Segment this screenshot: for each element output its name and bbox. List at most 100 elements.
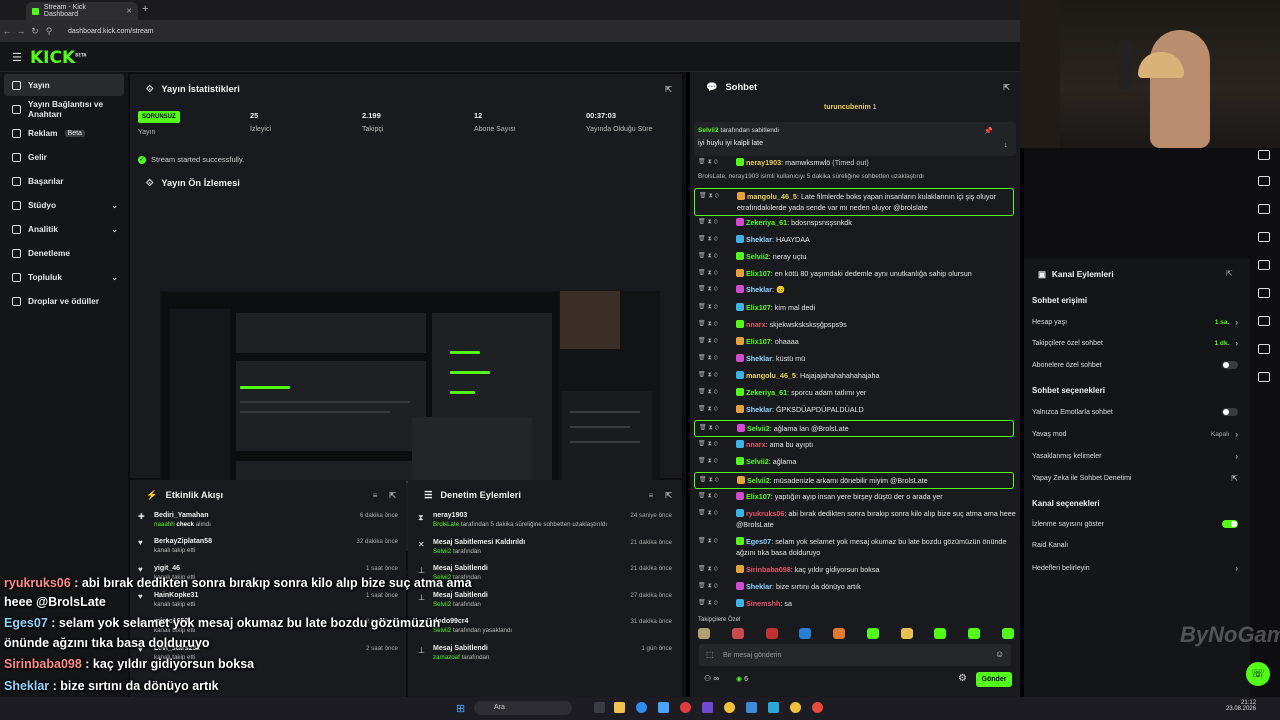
chat-username[interactable]: Selvii2 [747,476,770,485]
external-link-icon[interactable]: ⇱ [1231,474,1238,483]
chat-message[interactable]: 🗑⧗⊘ Sinemshh: sa [698,598,1018,609]
pin-icon[interactable]: 📌 [984,127,993,135]
sidebar-item-9[interactable]: Droplar ve ödüller [4,290,124,312]
mod-tools-icons[interactable]: 🗑⧗⊘ [698,456,736,467]
back-icon[interactable]: ← [0,26,14,36]
chat-username[interactable]: Zekeriya_61 [746,218,787,227]
channel-option-row[interactable]: Raid Kanalı [1032,542,1238,549]
mod-tools-icons[interactable]: 🗑⧗⊘ [698,353,736,364]
channel-option-row[interactable]: Hedefleri belirleyin › [1032,564,1238,573]
popout-icon[interactable]: ⇱ [1003,83,1010,92]
chat-message[interactable]: 🗑⧗⊘ Sheklar: HAAYDAA [698,234,1018,245]
chat-username[interactable]: Elix107 [746,492,771,501]
app-icon[interactable] [746,702,757,713]
rail-tool-icon[interactable] [1258,288,1270,298]
kick-logo[interactable]: KICKBETA [30,48,86,68]
chrome-icon[interactable] [724,702,735,713]
sidebar-item-1[interactable]: Yayın Bağlantısı ve Anahtarı [4,98,124,120]
sidebar-item-2[interactable]: Reklam Beta [4,122,124,144]
chat-message[interactable]: 🗑⧗⊘ nnarx: skjekwsksksksşğpsps9s [698,319,1018,330]
rail-tool-icon[interactable] [1258,344,1270,354]
rail-tool-icon[interactable] [1258,316,1270,326]
chat-username[interactable]: nnarx [746,440,766,449]
chat-message[interactable]: 🗑⧗⊘ Elix107: yaptığın ayıp insan yere bir… [698,491,1018,502]
chat-username[interactable]: Elix107 [746,303,771,312]
channel-option-row[interactable]: Yasaklanmış kelimeler › [1032,452,1238,461]
chat-message[interactable]: 🗑⧗⊘ Selvii2: müsadenizle arkamı dönebilir… [694,472,1014,489]
send-button[interactable]: Gönder [976,672,1012,687]
chat-message[interactable]: 🗑⧗⊘ Selvii2: ağlama [698,456,1018,467]
points-icon[interactable]: ◉ 6 [736,675,748,683]
chat-message[interactable]: 🗑⧗⊘ Sheklar: ĞPKSDÜAPDÜPALDÜALD [698,404,1018,415]
chat-message[interactable]: 🗑⧗⊘ Selvii2: ağlama lan @BrolsLate [694,420,1014,437]
emote-icon[interactable] [968,628,981,639]
emote-icon[interactable] [765,628,778,639]
mod-tools-icons[interactable]: 🗑⧗⊘ [698,302,736,313]
sidebar-item-3[interactable]: Gelir [4,146,124,168]
chat-username[interactable]: ryukruks06 [746,509,784,518]
mod-tools-icons[interactable]: 🗑⧗⊘ [698,508,736,519]
emote-icon[interactable] [799,628,812,639]
chat-settings-icon[interactable]: ⚙ [958,673,967,684]
rail-tool-icon[interactable] [1258,372,1270,382]
mod-tools-icons[interactable]: 🗑⧗⊘ [698,370,736,381]
forward-icon[interactable]: → [14,26,28,36]
chat-username[interactable]: Eges07 [746,537,771,546]
top-gifter[interactable]: turuncubenim 1 [824,104,877,111]
sidebar-item-6[interactable]: Analitik ⌄ [4,218,124,240]
sidebar-item-7[interactable]: Denetleme [4,242,124,264]
emote-icon[interactable] [866,628,879,639]
emote-icon[interactable] [833,628,846,639]
chat-message[interactable]: 🗑⧗⊘ Elix107: en kötü 80 yaşımdaki dedemle… [698,268,1018,279]
channel-option-row[interactable]: Hesap yaşı 1 sa. › [1032,318,1238,327]
chat-message[interactable]: 🗑⧗⊘ Sheklar: bize sırtını da dönüyo artık [698,581,1018,592]
filter-icon[interactable]: ≡ [649,491,654,500]
chat-username[interactable]: nnarx [746,320,766,329]
chat-message[interactable]: 🗑⧗⊘ Sirinbaba098: kaç yıldır gidiyorsun b… [698,564,1018,575]
moderation-item[interactable]: ⊥ Mesaj Sabitlendi Selvii2 tarafından 27 da… [418,592,672,608]
mod-tools-icons[interactable]: 🗑⧗⊘ [698,598,736,609]
chat-username[interactable]: Elix107 [746,269,771,278]
close-tab-icon[interactable]: ✕ [126,7,132,15]
sidebar-item-0[interactable]: Yayın [4,74,124,96]
chat-message[interactable]: 🗑⧗⊘ Zekeriya_61: sporcu adam tatlımı yer [698,387,1018,398]
chat-username[interactable]: Zekeriya_61 [746,388,787,397]
new-tab-icon[interactable]: + [142,3,148,15]
taskbar-search[interactable]: Ara [474,701,572,715]
popout-icon[interactable]: ⇱ [665,491,672,500]
chevron-down-icon[interactable]: ⌄ [111,201,118,210]
chevron-right-icon[interactable]: › [1235,318,1238,327]
chat-username[interactable]: Sheklar [746,285,772,294]
chevron-right-icon[interactable]: › [1235,339,1238,348]
help-chat-icon[interactable]: ☏ [1246,662,1270,686]
chat-username[interactable]: Sinemshh [746,599,780,608]
task-view-icon[interactable] [594,702,605,713]
chat-username[interactable]: Sheklar [746,354,772,363]
mod-tools-icons[interactable]: 🗑⧗⊘ [698,284,736,295]
reload-icon[interactable]: ↻ [28,26,42,37]
chat-message[interactable]: 🗑⧗⊘ Zekeriya_61: bdosnspsnsşsnkdk [698,217,1018,228]
chat-message[interactable]: 🗑⧗⊘ Elix107: ohaaaa [698,336,1018,347]
moderation-item[interactable]: ✕ Mesaj Sabitlemesi Kaldırıldı Selvii2 tar… [418,539,672,555]
moderation-item[interactable]: ⧗ neray1903 BrolsLate tarafından 5 dakika … [418,512,672,528]
chat-message[interactable]: 🗑⧗⊘ Selvii2: neray uçtu [698,251,1018,262]
emote-icon[interactable] [731,628,744,639]
popout-icon[interactable]: ⇱ [1226,269,1233,278]
mod-tools-icons[interactable]: 🗑⧗⊘ [698,336,736,347]
chat-username[interactable]: Sheklar [746,582,772,591]
browser-tab[interactable]: Stream - Kick Dashboard ✕ [26,2,138,20]
toggle-switch[interactable] [1222,361,1238,369]
app-icon[interactable] [680,702,691,713]
mod-tools-icons[interactable]: 🗑⧗⊘ [698,251,736,262]
chat-username[interactable]: Sheklar [746,235,772,244]
users-icon[interactable]: ⚇ ∞ [704,674,719,683]
menu-icon[interactable]: ☰ [12,51,22,64]
emote-icon[interactable] [934,628,947,639]
mod-tools-icons[interactable]: 🗑⧗⊘ [698,217,736,228]
chat-message[interactable]: 🗑⧗⊘ Elix107: kim mal dedi [698,302,1018,313]
channel-option-row[interactable]: Yavaş mod Kapalı › [1032,430,1238,439]
activity-item[interactable]: ♥ BerkayZiplatan58 kanalı takip etti 32 dak… [138,538,398,554]
site-info-icon[interactable]: ⚲ [42,26,56,37]
chat-message[interactable]: 🗑⧗⊘ Eges07: selam yok selamet yok mesaj o… [698,536,1018,558]
store-icon[interactable] [658,702,669,713]
